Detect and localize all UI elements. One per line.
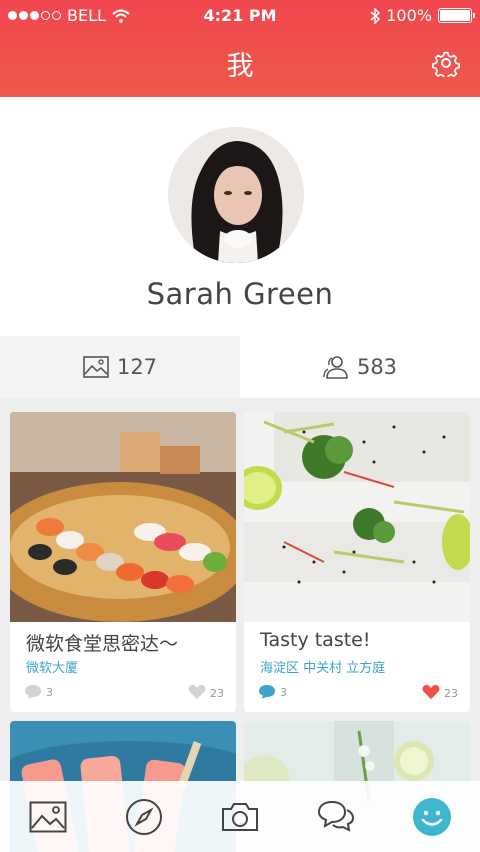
profile-name: Sarah Green	[146, 277, 334, 311]
header-bar: BELL 4:21 PM 100% 我	[0, 0, 480, 97]
comment-icon	[259, 685, 275, 699]
avatar[interactable]	[168, 127, 304, 263]
tab-photos[interactable]	[28, 797, 68, 837]
tab-profile[interactable]	[412, 797, 452, 837]
stats-bar: 127 583	[0, 336, 480, 398]
photos-icon	[29, 801, 67, 832]
chat-icon	[317, 800, 355, 832]
post-location[interactable]: 微软大厦	[26, 657, 78, 676]
camera-icon	[222, 802, 258, 831]
users-icon	[323, 356, 348, 379]
tab-explore[interactable]	[124, 797, 164, 837]
photos-count-tab[interactable]: 127	[0, 336, 240, 398]
comment-count[interactable]: 3	[258, 684, 287, 699]
bluetooth-icon	[370, 7, 381, 24]
heart-icon	[422, 685, 440, 699]
compass-icon	[126, 798, 162, 835]
comment-count[interactable]: 3	[24, 684, 53, 699]
post-title: 微软食堂思密达～	[26, 633, 179, 655]
like-count[interactable]: 23	[188, 684, 224, 700]
post-title: Tasty taste!	[260, 629, 371, 651]
post-card[interactable]: 微软食堂思密达～ 微软大厦 3 23	[10, 412, 236, 712]
followers-count: 583	[356, 355, 398, 379]
battery-icon	[438, 8, 475, 23]
profile-smile-icon	[413, 797, 451, 836]
post-card[interactable]: Tasty taste! 海淀区 中关村 立方庭 3 23	[244, 412, 470, 712]
photos-count: 127	[116, 355, 158, 379]
like-count[interactable]: 23	[422, 684, 458, 700]
post-image-sushi[interactable]	[10, 412, 236, 622]
battery-label: 100%	[386, 6, 432, 25]
followers-count-tab[interactable]: 583	[240, 336, 480, 398]
status-bar: BELL 4:21 PM 100%	[8, 6, 475, 26]
tab-bar	[0, 781, 480, 852]
comment-icon	[25, 685, 41, 699]
heart-icon	[188, 685, 206, 699]
tab-messages[interactable]	[316, 797, 356, 837]
gear-icon[interactable]	[432, 49, 460, 77]
image-icon	[83, 356, 109, 378]
tab-camera[interactable]	[220, 797, 260, 837]
profile-section: Sarah Green	[0, 97, 480, 336]
page-title: 我	[226, 51, 254, 82]
post-image-spring-rolls[interactable]	[244, 412, 470, 622]
post-location[interactable]: 海淀区 中关村 立方庭	[260, 657, 385, 676]
